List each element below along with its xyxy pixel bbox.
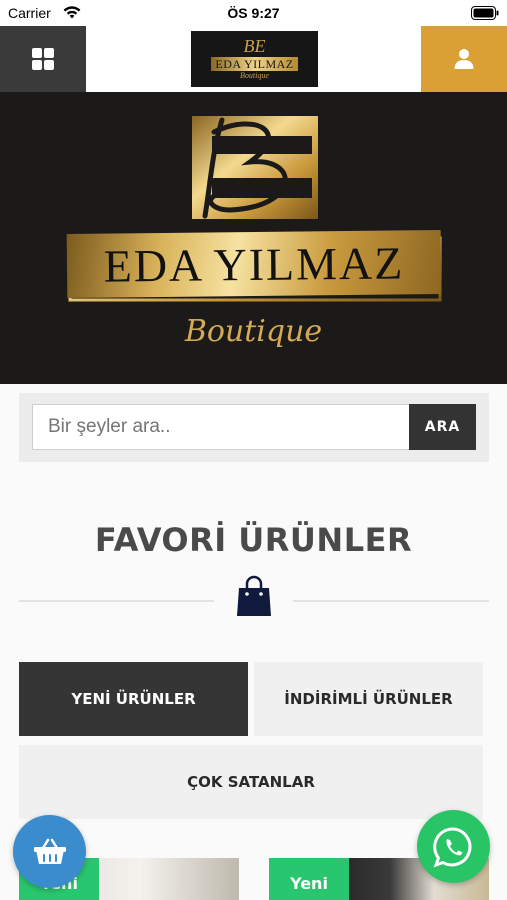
basket-icon (33, 838, 66, 864)
divider-right (293, 600, 489, 602)
tab-discounted-products[interactable]: İNDİRİMLİ ÜRÜNLER (254, 662, 483, 736)
cart-button[interactable] (13, 815, 86, 888)
logo-monogram: BE (243, 36, 266, 56)
grid-icon (32, 48, 54, 70)
account-button[interactable] (421, 26, 507, 92)
app-screen: Carrier ÖS 9:27 BE EDA YILMAZ Boutique E… (0, 0, 507, 900)
hero-banner: EDA YILMAZ Boutique (0, 92, 507, 384)
app-header: BE EDA YILMAZ Boutique (0, 26, 507, 92)
header-logo[interactable]: BE EDA YILMAZ Boutique (191, 31, 318, 87)
search-bar: ARA (19, 393, 489, 462)
user-icon (454, 49, 474, 69)
banner-brand-name: EDA YILMAZ (103, 236, 405, 292)
section-title: FAVORİ ÜRÜNLER (94, 521, 413, 559)
logo-tagline: Boutique (240, 71, 269, 80)
battery-icon (471, 6, 499, 20)
new-badge: Yeni (269, 858, 349, 900)
menu-button[interactable] (0, 26, 86, 92)
brand-name-plate: EDA YILMAZ (66, 230, 442, 298)
banner-tagline: Boutique (184, 314, 323, 349)
divider-left (19, 600, 214, 602)
logo-name: EDA YILMAZ (211, 57, 298, 71)
search-input[interactable] (32, 404, 410, 450)
whatsapp-icon (432, 826, 471, 867)
tab-new-products[interactable]: YENİ ÜRÜNLER (19, 662, 248, 736)
shopping-bag-icon (237, 575, 271, 616)
tab-best-sellers[interactable]: ÇOK SATANLAR (19, 745, 483, 819)
clock: ÖS 9:27 (227, 5, 280, 21)
status-bar: Carrier ÖS 9:27 (0, 0, 507, 26)
search-button[interactable]: ARA (409, 404, 476, 450)
whatsapp-button[interactable] (417, 810, 490, 883)
